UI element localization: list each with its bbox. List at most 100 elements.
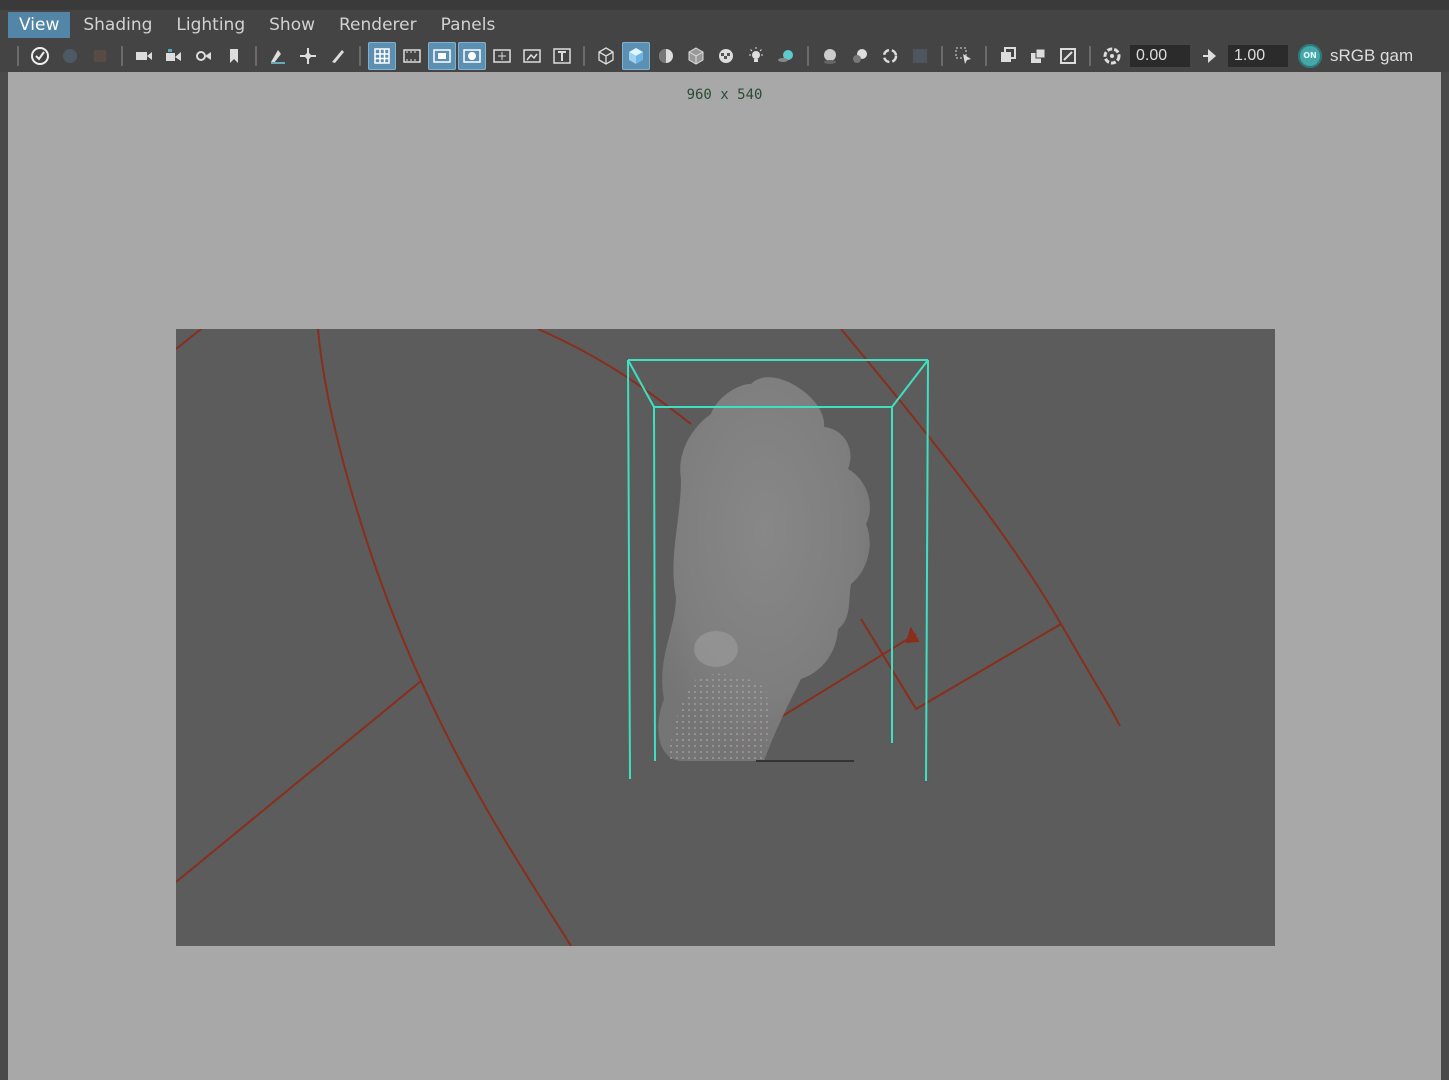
color-management-toggle[interactable]: ON <box>1298 44 1322 68</box>
camera-attributes-icon <box>63 49 77 63</box>
resolution-label: 960 x 540 <box>686 87 763 103</box>
default-material-icon <box>659 49 673 63</box>
xray-active-components-icon <box>1031 48 1046 63</box>
anti-aliasing-button[interactable] <box>876 42 904 70</box>
curve-left-spoke <box>176 680 422 883</box>
bookmarks-icon <box>94 50 106 62</box>
motion-blur-button[interactable] <box>846 42 874 70</box>
resolution-gate-button[interactable] <box>428 42 456 70</box>
image-plane-icon <box>166 49 181 61</box>
move-arrows-icon <box>300 48 316 64</box>
container-right-outer <box>925 359 929 782</box>
smooth-shade-cube-icon <box>629 48 643 64</box>
gamma-field[interactable]: 1.00 <box>1228 45 1288 67</box>
bookmarks-button[interactable] <box>86 42 114 70</box>
camera-attributes-button[interactable] <box>56 42 84 70</box>
grid-button[interactable] <box>368 42 396 70</box>
default-material-button[interactable] <box>652 42 680 70</box>
screen-space-ao-button[interactable] <box>816 42 844 70</box>
brush-button[interactable] <box>324 42 352 70</box>
wireframe-on-shaded-button[interactable] <box>682 42 710 70</box>
safe-title-icon <box>553 48 571 64</box>
field-chart-button[interactable] <box>488 42 516 70</box>
safe-title-button[interactable] <box>548 42 576 70</box>
depth-of-field-icon <box>913 49 927 63</box>
viewport-3d[interactable]: 960 x 540 <box>8 72 1441 1080</box>
toolbar-separator <box>17 46 19 66</box>
select-camera-button[interactable] <box>26 42 54 70</box>
gamma-icon <box>1203 49 1216 63</box>
anti-aliasing-icon <box>882 48 898 64</box>
shadows-icon <box>778 50 793 62</box>
curve-left-arc <box>317 329 572 946</box>
select-camera-icon <box>31 47 49 65</box>
wireframe-on-shaded-icon <box>688 47 704 65</box>
gate-mask-icon <box>463 49 481 63</box>
bookmark-button[interactable] <box>220 42 248 70</box>
toolbar-separator <box>583 46 585 66</box>
two-d-pan-zoom-button[interactable] <box>190 42 218 70</box>
menu-show[interactable]: Show <box>258 12 326 38</box>
toolbar-separator <box>807 46 809 66</box>
grease-pencil-button[interactable] <box>264 42 292 70</box>
gate-mask-button[interactable] <box>458 42 486 70</box>
checker-texture-icon <box>719 49 733 63</box>
wireframe-button[interactable] <box>592 42 620 70</box>
depth-of-field-button[interactable] <box>906 42 934 70</box>
container-left-outer <box>627 359 631 780</box>
use-lights-button[interactable] <box>742 42 770 70</box>
panel-toolbar: 0.00 1.00 ON sRGB gam <box>8 40 1441 72</box>
camera-icon <box>136 52 152 60</box>
safe-action-icon <box>523 49 541 63</box>
motion-blur-icon <box>853 49 867 63</box>
move-tool-button[interactable] <box>294 42 322 70</box>
wireframe-cube-icon <box>598 47 614 65</box>
smooth-shade-button[interactable] <box>622 42 650 70</box>
isolate-select-icon <box>955 47 971 64</box>
menu-renderer[interactable]: Renderer <box>328 12 428 38</box>
toolbar-separator <box>985 46 987 66</box>
exposure-field[interactable]: 0.00 <box>1130 45 1190 67</box>
maya-viewport-panel: View Shading Lighting Show Renderer Pane… <box>0 0 1449 1080</box>
shadows-button[interactable] <box>772 42 800 70</box>
container-top-right-edge <box>891 359 929 408</box>
exposure-button[interactable] <box>1098 42 1126 70</box>
ambient-occlusion-icon <box>824 49 836 64</box>
camera-button[interactable] <box>130 42 158 70</box>
grid-icon <box>374 48 390 64</box>
container-left-inner <box>653 406 656 762</box>
two-d-pan-zoom-icon <box>196 51 211 61</box>
panel-border-right <box>1441 72 1449 1080</box>
resolution-gate-icon <box>433 49 451 63</box>
curve-arrow-head <box>905 626 920 644</box>
curve-right-arc <box>840 329 1121 727</box>
toolbar-separator <box>255 46 257 66</box>
container-top-left-edge <box>627 359 655 408</box>
panel-menu-bar: View Shading Lighting Show Renderer Pane… <box>8 10 1441 40</box>
xray-joints-button[interactable] <box>1054 42 1082 70</box>
toolbar-separator <box>941 46 943 66</box>
resolution-gate <box>176 329 1275 946</box>
menu-panels[interactable]: Panels <box>430 12 507 38</box>
isolate-select-button[interactable] <box>950 42 978 70</box>
scene-view <box>176 329 1121 946</box>
view-transform-dropdown[interactable]: sRGB gam <box>1330 46 1413 66</box>
xray-joints-icon <box>1060 48 1076 64</box>
window-top-strip <box>0 0 1449 10</box>
nurbs-curves <box>176 329 1121 946</box>
toolbar-separator <box>121 46 123 66</box>
menu-view[interactable]: View <box>8 12 71 38</box>
film-gate-button[interactable] <box>398 42 426 70</box>
menu-shading[interactable]: Shading <box>72 12 163 38</box>
exposure-aperture-icon <box>1103 47 1121 65</box>
safe-action-button[interactable] <box>518 42 546 70</box>
xray-active-button[interactable] <box>1024 42 1052 70</box>
curve-top-left <box>176 329 202 350</box>
menu-lighting[interactable]: Lighting <box>165 12 256 38</box>
gamma-button[interactable] <box>1196 42 1224 70</box>
textured-button[interactable] <box>712 42 740 70</box>
image-plane-button[interactable] <box>160 42 188 70</box>
bookmark-icon <box>230 49 238 63</box>
field-chart-icon <box>493 49 511 63</box>
xray-button[interactable] <box>994 42 1022 70</box>
